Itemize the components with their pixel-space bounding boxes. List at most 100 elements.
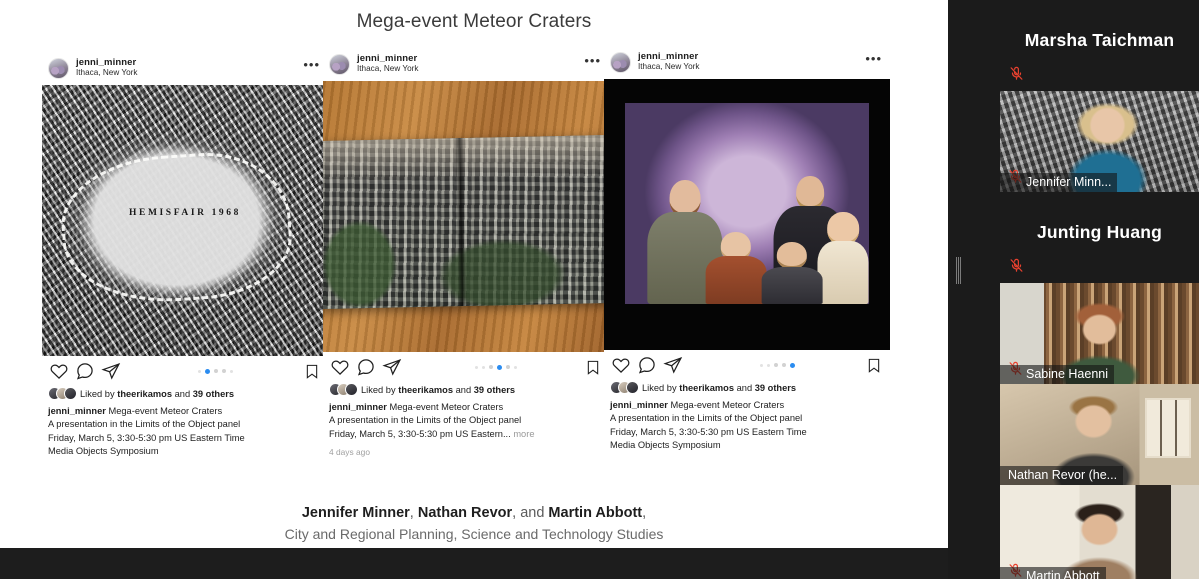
ellipsis-icon[interactable]: •••	[303, 58, 320, 74]
share-icon[interactable]	[662, 355, 684, 375]
mic-muted-icon	[1009, 257, 1024, 274]
post-location[interactable]: Ithaca, New York	[638, 63, 865, 72]
likes-prefix: Liked by	[80, 388, 115, 399]
post-timestamp: 4 days ago	[329, 447, 370, 458]
participant-name: Junting Huang	[1036, 222, 1163, 242]
likes-row[interactable]: Liked by theerikamos and 39 others	[329, 382, 603, 397]
likes-mid: and	[174, 388, 191, 399]
page-title: Mega-event Meteor Craters	[356, 11, 592, 32]
participant-tile-martin-abbott[interactable]: Martin Abbott	[1000, 485, 1199, 579]
participant-name: Jennifer Minn...	[1000, 173, 1118, 192]
liker-avatars	[610, 380, 642, 395]
comment-icon[interactable]	[355, 357, 377, 377]
post-media[interactable]	[604, 79, 890, 350]
likes-mid: and	[736, 382, 753, 393]
likes-row[interactable]: Liked by theerikamos and 39 others	[48, 386, 322, 401]
participant-tile-marsha-taichman[interactable]: Marsha Taichman	[1000, 0, 1199, 91]
heart-icon[interactable]	[329, 357, 351, 377]
heart-icon[interactable]	[48, 361, 70, 381]
caption-line: A presentation in the Limits of the Obje…	[48, 419, 241, 430]
heart-icon[interactable]	[610, 355, 632, 375]
participant-name: Sabine Haenni	[1000, 365, 1115, 384]
avatar[interactable]	[610, 51, 631, 73]
caption-line: A presentation in the Limits of the Obje…	[610, 413, 803, 424]
caption-line: jenni_minner Mega-event Meteor Craters	[48, 406, 223, 416]
carousel-indicator	[407, 364, 585, 370]
post-media[interactable]: HEMISFAIR 1968	[42, 85, 328, 356]
caption-username[interactable]: jenni_minner	[48, 406, 106, 416]
post-location[interactable]: Ithaca, New York	[357, 65, 584, 74]
participant-name: Martin Abbott	[1000, 567, 1106, 579]
instagram-post-card[interactable]: jenni_minner Ithaca, New York ••• Liked …	[323, 47, 609, 462]
shared-screen-area: Mega-event Meteor Craters jenni_minner I…	[0, 0, 948, 548]
avatar[interactable]	[48, 57, 69, 79]
caption-line: jenni_minner Mega-event Meteor Craters	[610, 400, 785, 410]
caption-line: A presentation in the Limits of the Obje…	[329, 415, 522, 426]
bookmark-icon[interactable]	[585, 358, 601, 377]
presenter-names: Jennifer Minner, Nathan Revor, and Marti…	[301, 505, 647, 521]
presenter-affiliation: City and Regional Planning, Science and …	[284, 526, 664, 543]
likes-username[interactable]: theerikamos	[679, 383, 734, 393]
instagram-posts-row: jenni_minner Ithaca, New York ••• HEMISF…	[42, 45, 907, 485]
post-username[interactable]: jenni_minner	[357, 53, 584, 64]
instagram-post-card[interactable]: jenni_minner Ithaca, New York ••• Liked …	[604, 45, 890, 457]
liker-avatars	[48, 386, 80, 401]
caption-username[interactable]: jenni_minner	[329, 402, 387, 412]
caption-line: Friday, March 5, 3:30-5:30 pm US Eastern…	[48, 432, 245, 443]
likes-username[interactable]: theerikamos	[398, 385, 453, 395]
share-icon[interactable]	[381, 357, 403, 377]
bookmark-icon[interactable]	[866, 356, 882, 375]
post-header: jenni_minner Ithaca, New York •••	[42, 51, 328, 85]
mic-muted-icon	[1009, 65, 1024, 82]
bookmark-icon[interactable]	[304, 362, 320, 381]
likes-mid: and	[455, 384, 472, 395]
window-decor	[1145, 398, 1191, 458]
likes-others-count[interactable]: 39 others	[474, 385, 515, 395]
share-icon[interactable]	[100, 361, 122, 381]
post-actions	[323, 352, 609, 382]
post-header: jenni_minner Ithaca, New York •••	[323, 47, 609, 81]
ellipsis-icon[interactable]: •••	[584, 54, 601, 70]
family-portrait-image	[604, 79, 890, 350]
meeting-bottom-bar	[0, 548, 948, 579]
post-actions	[604, 350, 890, 380]
comment-icon[interactable]	[74, 361, 96, 381]
carousel-indicator	[688, 362, 866, 368]
caption-line: Friday, March 5, 3:30-5:30 pm US Eastern…	[610, 426, 807, 437]
participant-tile-junting-huang[interactable]: Junting Huang	[1000, 192, 1199, 283]
participant-tile-sabine-haenni[interactable]: Sabine Haenni	[1000, 283, 1199, 384]
caption-line: Friday, March 5, 3:30-5:30 pm US Eastern…	[329, 428, 535, 439]
liker-avatars	[329, 382, 361, 397]
likes-prefix: Liked by	[361, 384, 396, 395]
participant-tile-jennifer-minner[interactable]: Jennifer Minn...	[1000, 91, 1199, 192]
post-username[interactable]: jenni_minner	[76, 57, 303, 68]
likes-others-count[interactable]: 39 others	[755, 383, 796, 393]
avatar[interactable]	[329, 53, 350, 75]
likes-row[interactable]: Liked by theerikamos and 39 others	[610, 380, 884, 395]
likes-username[interactable]: theerikamos	[117, 389, 172, 399]
caption-line: jenni_minner Mega-event Meteor Craters	[329, 402, 504, 412]
post-location[interactable]: Ithaca, New York	[76, 69, 303, 78]
ellipsis-icon[interactable]: •••	[865, 52, 882, 68]
post-caption: Liked by theerikamos and 39 others jenni…	[42, 386, 328, 463]
caption-more-link[interactable]: more	[513, 429, 534, 439]
likes-prefix: Liked by	[642, 382, 677, 393]
likes-others-count[interactable]: 39 others	[193, 389, 234, 399]
participant-name: Marsha Taichman	[1024, 30, 1175, 50]
filmstrip-resize-handle[interactable]	[956, 257, 961, 284]
caption-username[interactable]: jenni_minner	[610, 400, 668, 410]
zoom-meeting-window: Mega-event Meteor Craters jenni_minner I…	[0, 0, 1199, 579]
caption-line: Media Objects Symposium	[610, 440, 721, 451]
presenter-credits: Jennifer Minner, Nathan Revor, and Marti…	[0, 502, 948, 546]
post-media[interactable]	[323, 81, 609, 352]
video-feed	[1000, 485, 1199, 579]
participant-tile-nathan-revor[interactable]: Nathan Revor (he...	[1000, 384, 1199, 485]
participant-name: Nathan Revor (he...	[1000, 466, 1124, 485]
comment-icon[interactable]	[636, 355, 658, 375]
instagram-post-card[interactable]: jenni_minner Ithaca, New York ••• HEMISF…	[42, 51, 328, 463]
post-header: jenni_minner Ithaca, New York •••	[604, 45, 890, 79]
book-photo-image	[323, 81, 609, 352]
participant-filmstrip[interactable]: Marsha Taichman Jennifer Minn... Junting…	[1000, 0, 1199, 579]
carousel-indicator	[126, 368, 304, 374]
post-username[interactable]: jenni_minner	[638, 51, 865, 62]
